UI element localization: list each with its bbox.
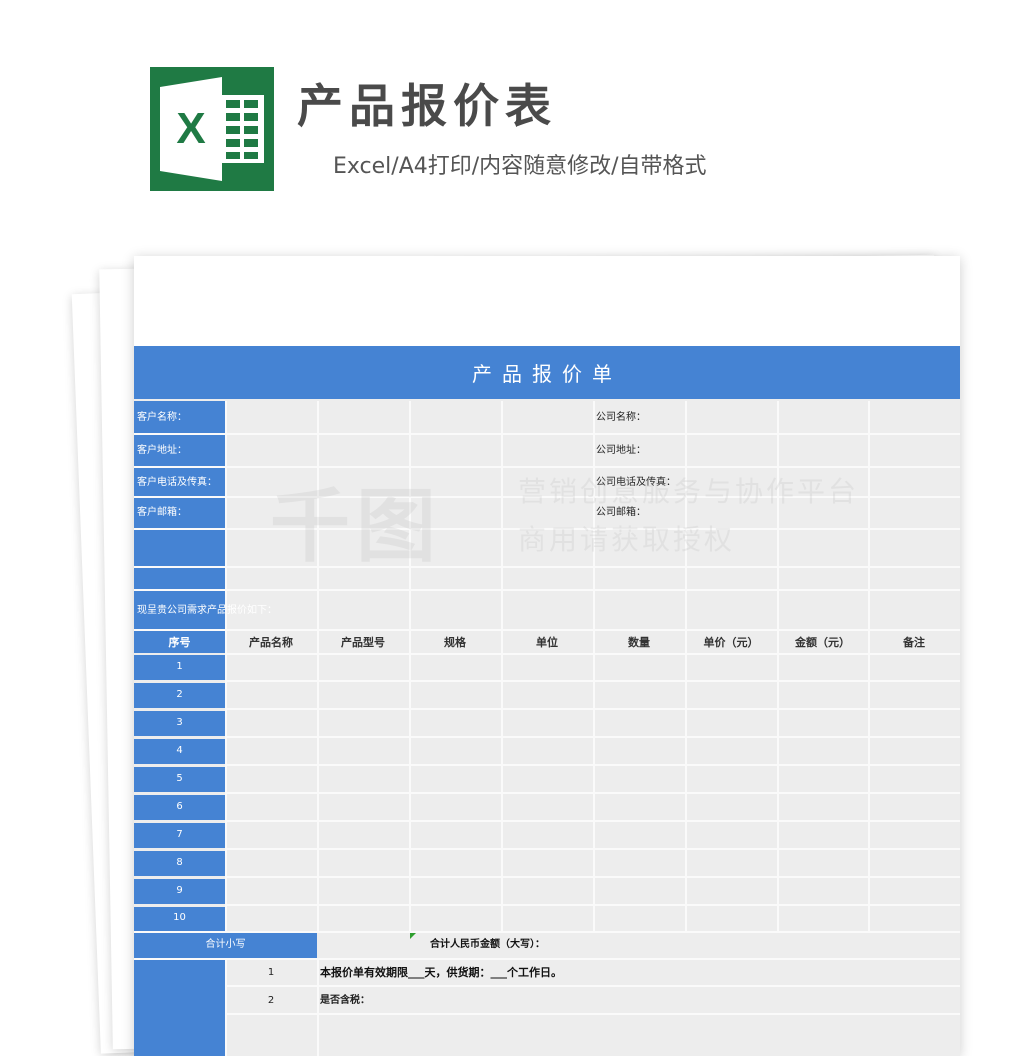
spreadsheet-preview: 产品报价单 客户名称： 客户地址： 客户电话及传真： 客户邮箱： 公司名称： 公… — [134, 256, 960, 1056]
company-email-label: 公司邮箱： — [596, 507, 646, 518]
cell-comment-marker — [410, 933, 416, 939]
row-number: 3 — [176, 717, 183, 728]
page-title: 产品报价表 — [297, 79, 557, 133]
row-number: 9 — [176, 885, 183, 896]
client-phone-label: 客户电话及传真： — [137, 477, 217, 488]
row-number: 7 — [176, 829, 183, 840]
company-name-label: 公司名称： — [596, 412, 646, 423]
total-upper-label: 合计人民币金额（大写）： — [430, 939, 545, 950]
column-header-quantity: 数量 — [628, 636, 650, 649]
intro-text: 现呈贵公司需求产品报价如下： — [137, 605, 277, 616]
column-header-product-name: 产品名称 — [249, 636, 293, 649]
row-number: 10 — [173, 912, 186, 923]
column-header-unit-price: 单价（元） — [703, 636, 759, 649]
client-name-label: 客户名称： — [137, 412, 187, 423]
column-header-amount: 金额（元） — [795, 636, 850, 649]
excel-letter: X — [176, 104, 205, 153]
row-number: 4 — [176, 745, 183, 756]
excel-icon: X — [150, 67, 274, 191]
client-address-label: 客户地址： — [137, 445, 187, 456]
company-phone-label: 公司电话及传真： — [596, 477, 676, 488]
note-text: 是否含税： — [320, 995, 370, 1006]
sheet-title: 产品报价单 — [134, 346, 960, 399]
column-header-spec: 规格 — [444, 636, 466, 649]
row-number: 6 — [176, 801, 183, 812]
note-number: 1 — [267, 967, 275, 978]
note-text: 本报价单有效期限___天，供货期：___个工作日。 — [320, 966, 562, 979]
column-header-model: 产品型号 — [341, 636, 385, 649]
page-subtitle: Excel/A4打印/内容随意修改/自带格式 — [333, 154, 707, 179]
row-number: 8 — [176, 857, 183, 868]
row-number: 2 — [176, 689, 183, 700]
company-address-label: 公司地址： — [596, 445, 646, 456]
subtotal-label: 合计小写 — [205, 939, 246, 950]
column-header-seq: 序号 — [168, 636, 191, 649]
column-header-remarks: 备注 — [903, 636, 925, 649]
notes-label-column — [134, 960, 225, 1056]
client-email-label: 客户邮箱： — [137, 507, 187, 518]
column-header-unit: 单位 — [536, 636, 558, 649]
note-number: 2 — [267, 995, 275, 1006]
row-number: 1 — [176, 661, 183, 672]
row-number: 5 — [176, 773, 183, 784]
